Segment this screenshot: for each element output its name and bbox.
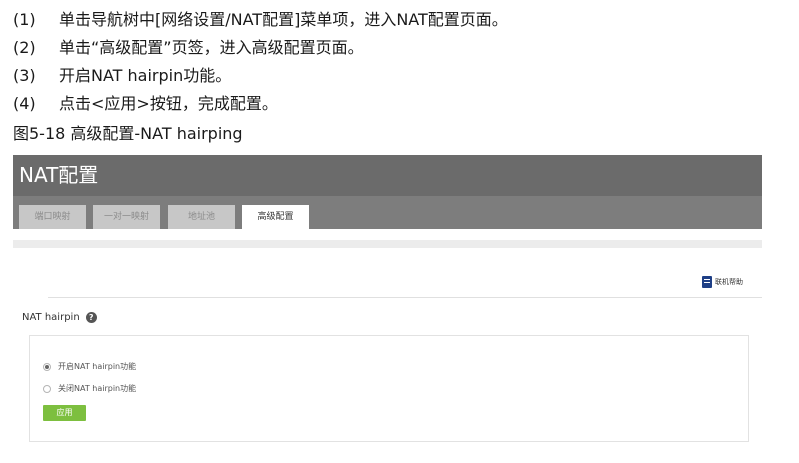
content-top-strip bbox=[13, 240, 762, 248]
tab-bar: 端口映射 一对一映射 地址池 高级配置 bbox=[13, 196, 762, 230]
step-text: 单击“高级配置”页签，进入高级配置页面。 bbox=[59, 38, 364, 57]
radio-button-checked[interactable] bbox=[43, 362, 51, 371]
instruction-steps: (1) 单击导航树中[网络设置/NAT配置]菜单项，进入NAT配置页面。 (2) 单… bbox=[13, 6, 508, 118]
step-3: (3) 开启NAT hairpin功能。 bbox=[13, 62, 508, 90]
step-text: 单击导航树中[网络设置/NAT配置]菜单项，进入NAT配置页面。 bbox=[59, 10, 508, 29]
divider bbox=[48, 297, 762, 298]
help-label: 联机帮助 bbox=[715, 278, 743, 286]
radio-label: 开启NAT hairpin功能 bbox=[58, 362, 137, 371]
step-number: (2) bbox=[13, 38, 36, 57]
step-2: (2) 单击“高级配置”页签，进入高级配置页面。 bbox=[13, 34, 508, 62]
nat-config-screenshot: NAT配置 端口映射 一对一映射 地址池 高级配置 联机帮助 NAT hairp… bbox=[13, 155, 762, 455]
tab-one-to-one-mapping[interactable]: 一对一映射 bbox=[93, 205, 160, 229]
page-title: NAT配置 bbox=[19, 163, 99, 187]
radio-button[interactable] bbox=[43, 384, 51, 393]
section-title: NAT hairpin ? bbox=[22, 312, 97, 323]
page-header: NAT配置 bbox=[13, 155, 762, 196]
step-text: 开启NAT hairpin功能。 bbox=[59, 66, 232, 85]
question-icon[interactable]: ? bbox=[85, 312, 97, 323]
figure-caption: 图5-18 高级配置-NAT hairping bbox=[13, 124, 243, 143]
radio-label: 关闭NAT hairpin功能 bbox=[58, 384, 137, 393]
tab-address-pool[interactable]: 地址池 bbox=[168, 205, 235, 229]
step-number: (4) bbox=[13, 94, 36, 113]
radio-enable-hairpin[interactable]: 开启NAT hairpin功能 bbox=[43, 361, 136, 372]
help-book-icon bbox=[702, 276, 712, 288]
hairpin-settings-panel: 开启NAT hairpin功能 关闭NAT hairpin功能 应用 bbox=[29, 335, 749, 442]
online-help-link[interactable]: 联机帮助 bbox=[702, 275, 743, 289]
step-4: (4) 点击<应用>按钮，完成配置。 bbox=[13, 90, 508, 118]
step-text: 点击<应用>按钮，完成配置。 bbox=[59, 94, 278, 113]
tab-port-mapping[interactable]: 端口映射 bbox=[19, 205, 86, 229]
tab-advanced-config[interactable]: 高级配置 bbox=[242, 205, 309, 230]
step-1: (1) 单击导航树中[网络设置/NAT配置]菜单项，进入NAT配置页面。 bbox=[13, 6, 508, 34]
step-number: (1) bbox=[13, 10, 36, 29]
section-title-text: NAT hairpin bbox=[22, 312, 80, 323]
radio-disable-hairpin[interactable]: 关闭NAT hairpin功能 bbox=[43, 383, 136, 394]
apply-button[interactable]: 应用 bbox=[43, 405, 86, 421]
step-number: (3) bbox=[13, 66, 36, 85]
